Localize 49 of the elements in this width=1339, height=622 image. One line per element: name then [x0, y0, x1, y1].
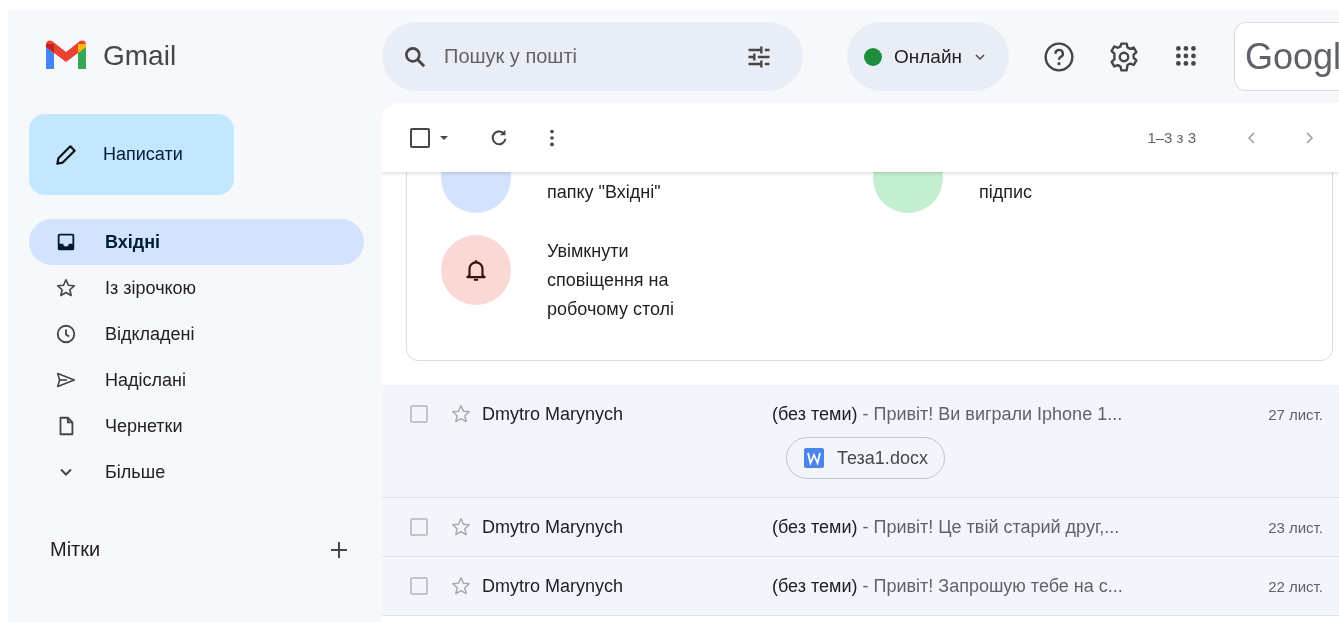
- compose-button[interactable]: Написати: [29, 114, 234, 195]
- app-name: Gmail: [103, 40, 177, 72]
- row-checkbox[interactable]: [410, 405, 428, 423]
- chevron-left-icon[interactable]: [1246, 130, 1258, 145]
- star-icon[interactable]: [450, 516, 472, 538]
- sidebar-item[interactable]: Чернетки: [29, 403, 364, 449]
- clock-icon: [55, 323, 77, 345]
- email-row[interactable]: Dmytro Marynych (без теми) - Привіт! Запрошую тебе на с... 22 лист.: [382, 557, 1339, 616]
- select-all-checkbox[interactable]: [410, 127, 430, 148]
- sender-name: Dmytro Marynych: [482, 516, 625, 538]
- email-subject: (без теми): [772, 575, 858, 597]
- sidebar-item[interactable]: Більше: [29, 449, 364, 495]
- inbox-icon: [55, 231, 77, 253]
- row-checkbox[interactable]: [410, 577, 428, 595]
- tip-text[interactable]: Увімкнути сповіщення на робочому столі: [547, 235, 707, 324]
- email-snippet: - Привіт! Ви виграли Iphone 1...: [862, 403, 1123, 425]
- email-row[interactable]: Dmytro Marynych (без теми) - Привіт! Ви виграли Iphone 1... 27 лист. Теза1.docx: [382, 385, 1339, 498]
- email-snippet: - Привіт! Запрошую тебе на с...: [862, 575, 1123, 597]
- tip-text[interactable]: папку "Вхідні": [547, 176, 707, 213]
- row-checkbox[interactable]: [410, 518, 428, 536]
- tip-text[interactable]: підпис: [979, 176, 1139, 213]
- sidebar-item[interactable]: Надіслані: [29, 357, 364, 403]
- sender-name: Dmytro Marynych: [482, 575, 625, 597]
- document-w-icon: [803, 447, 825, 469]
- pagination-text: 1–3 з 3: [1147, 129, 1196, 146]
- plus-icon[interactable]: [329, 539, 349, 560]
- email-date: 22 лист.: [1268, 577, 1323, 595]
- help-icon[interactable]: [1043, 40, 1075, 73]
- star-icon: [55, 277, 77, 299]
- section-title: Мітки: [50, 538, 101, 561]
- sender-name: Dmytro Marynych: [482, 403, 625, 425]
- chevron-right-icon[interactable]: [1303, 130, 1315, 145]
- star-icon[interactable]: [450, 575, 472, 597]
- sidebar-item[interactable]: Із зірочкою: [29, 265, 364, 311]
- sidebar-item[interactable]: Вхідні: [29, 219, 364, 265]
- star-icon[interactable]: [450, 403, 472, 425]
- settings-icon[interactable]: [1108, 40, 1140, 73]
- bell-icon: [463, 257, 489, 283]
- account-button[interactable]: Googl: [1234, 22, 1339, 91]
- email-subject: (без теми): [772, 516, 858, 538]
- email-date: 27 лист.: [1268, 405, 1323, 423]
- status-button[interactable]: Онлайн: [847, 22, 1009, 91]
- search-field[interactable]: Пошук у пошті: [442, 44, 731, 69]
- email-snippet: - Привіт! Це твій старий друг,...: [862, 516, 1120, 538]
- email-date: 23 лист.: [1268, 518, 1323, 536]
- email-subject: (без теми): [772, 403, 858, 425]
- chevron-down-icon: [60, 468, 72, 476]
- sidebar-item[interactable]: Відкладені: [29, 311, 364, 357]
- email-row[interactable]: Dmytro Marynych (без теми) - Привіт! Це твій старий друг,... 23 лист.: [382, 498, 1339, 557]
